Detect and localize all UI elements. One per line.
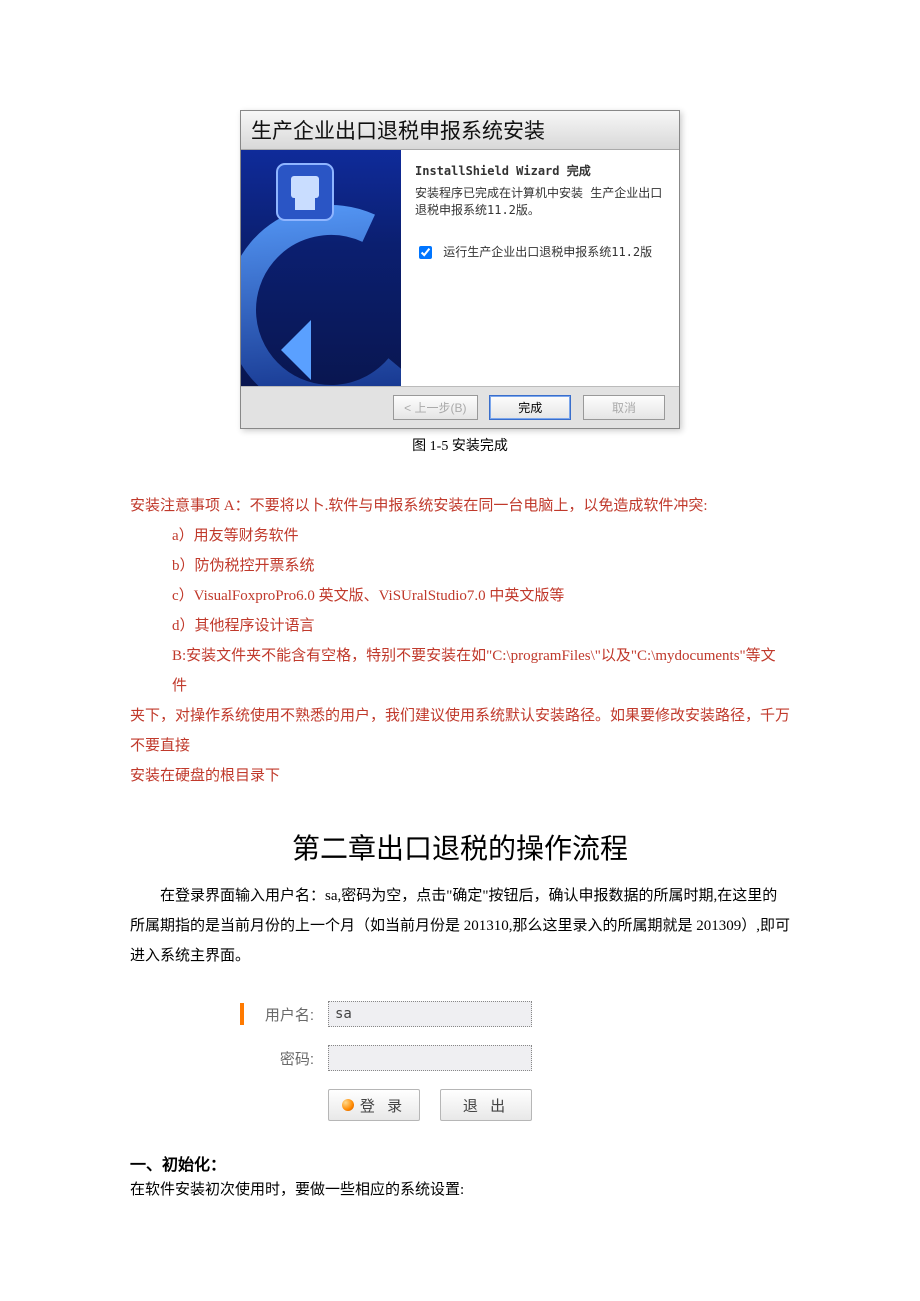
username-label: 用户名: xyxy=(254,1004,314,1025)
exit-button-label: 退 出 xyxy=(463,1095,509,1116)
username-input[interactable] xyxy=(328,1001,532,1027)
section-1-heading: 一、初始化： xyxy=(130,1151,790,1175)
run-after-install-label: 运行生产企业出口退税申报系统11.2版 xyxy=(443,245,652,259)
accent-bar-icon xyxy=(240,1003,244,1025)
installer-sidebar-graphic xyxy=(241,150,401,386)
chapter-2-title: 第二章出口退税的操作流程 xyxy=(130,827,790,867)
notice-b-line1: B:安装文件夹不能含有空格，特别不要安装在如"C:\programFiles\"… xyxy=(172,641,790,701)
notice-b-line3: 安装在硬盘的根目录下 xyxy=(130,761,790,791)
finish-button[interactable]: 完成 xyxy=(489,395,571,420)
back-button: < 上一步(B) xyxy=(393,395,477,420)
cancel-button: 取消 xyxy=(583,395,665,420)
notice-item-b: b）防伪税控开票系统 xyxy=(172,551,790,581)
notice-item-a: a）用友等财务软件 xyxy=(172,521,790,551)
notice-b-line2: 夹下，对操作系统使用不熟悉的用户，我们建议使用系统默认安装路径。如果要修改安装路… xyxy=(130,701,790,761)
login-orb-icon xyxy=(342,1099,354,1111)
login-screenshot: 用户名: 密码: 登 录 退 出 xyxy=(240,1001,600,1121)
run-after-install-checkbox[interactable] xyxy=(419,246,432,259)
notice-lead: 安装注意事项 A：不要将以卜.软件与申报系统安装在同一台电脑上，以免造成软件冲突… xyxy=(130,491,790,521)
installer-window: 生产企业出口退税申报系统安装 xyxy=(240,110,680,429)
window-title: 生产企业出口退税申报系统安装 xyxy=(241,111,679,150)
exit-button[interactable]: 退 出 xyxy=(440,1089,532,1121)
notice-item-d: d）其他程序设计语言 xyxy=(172,611,790,641)
login-button-label: 登 录 xyxy=(360,1095,406,1116)
installer-screenshot: 生产企业出口退税申报系统安装 xyxy=(240,110,680,455)
run-after-install-row[interactable]: 运行生产企业出口退税申报系统11.2版 xyxy=(415,243,665,262)
installer-heading: InstallShield Wizard 完成 xyxy=(415,162,665,179)
figure-caption: 图 1-5 安装完成 xyxy=(240,435,680,455)
install-notice-block: 安装注意事项 A：不要将以卜.软件与申报系统安装在同一台电脑上，以免造成软件冲突… xyxy=(130,491,790,791)
password-label: 密码: xyxy=(254,1048,314,1069)
password-input[interactable] xyxy=(328,1045,532,1071)
chapter-2-intro: 在登录界面输入用户名：sa,密码为空，点击"确定"按钮后，确认申报数据的所属时期… xyxy=(130,881,790,971)
notice-item-c: c）VisualFoxproPro6.0 英文版、ViSUralStudio7.… xyxy=(172,581,790,611)
login-button[interactable]: 登 录 xyxy=(328,1089,420,1121)
section-1-line: 在软件安装初次使用时，要做一些相应的系统设置: xyxy=(130,1175,790,1205)
installer-description: 安装程序已完成在计算机中安装 生产企业出口退税申报系统11.2版。 xyxy=(415,185,665,219)
